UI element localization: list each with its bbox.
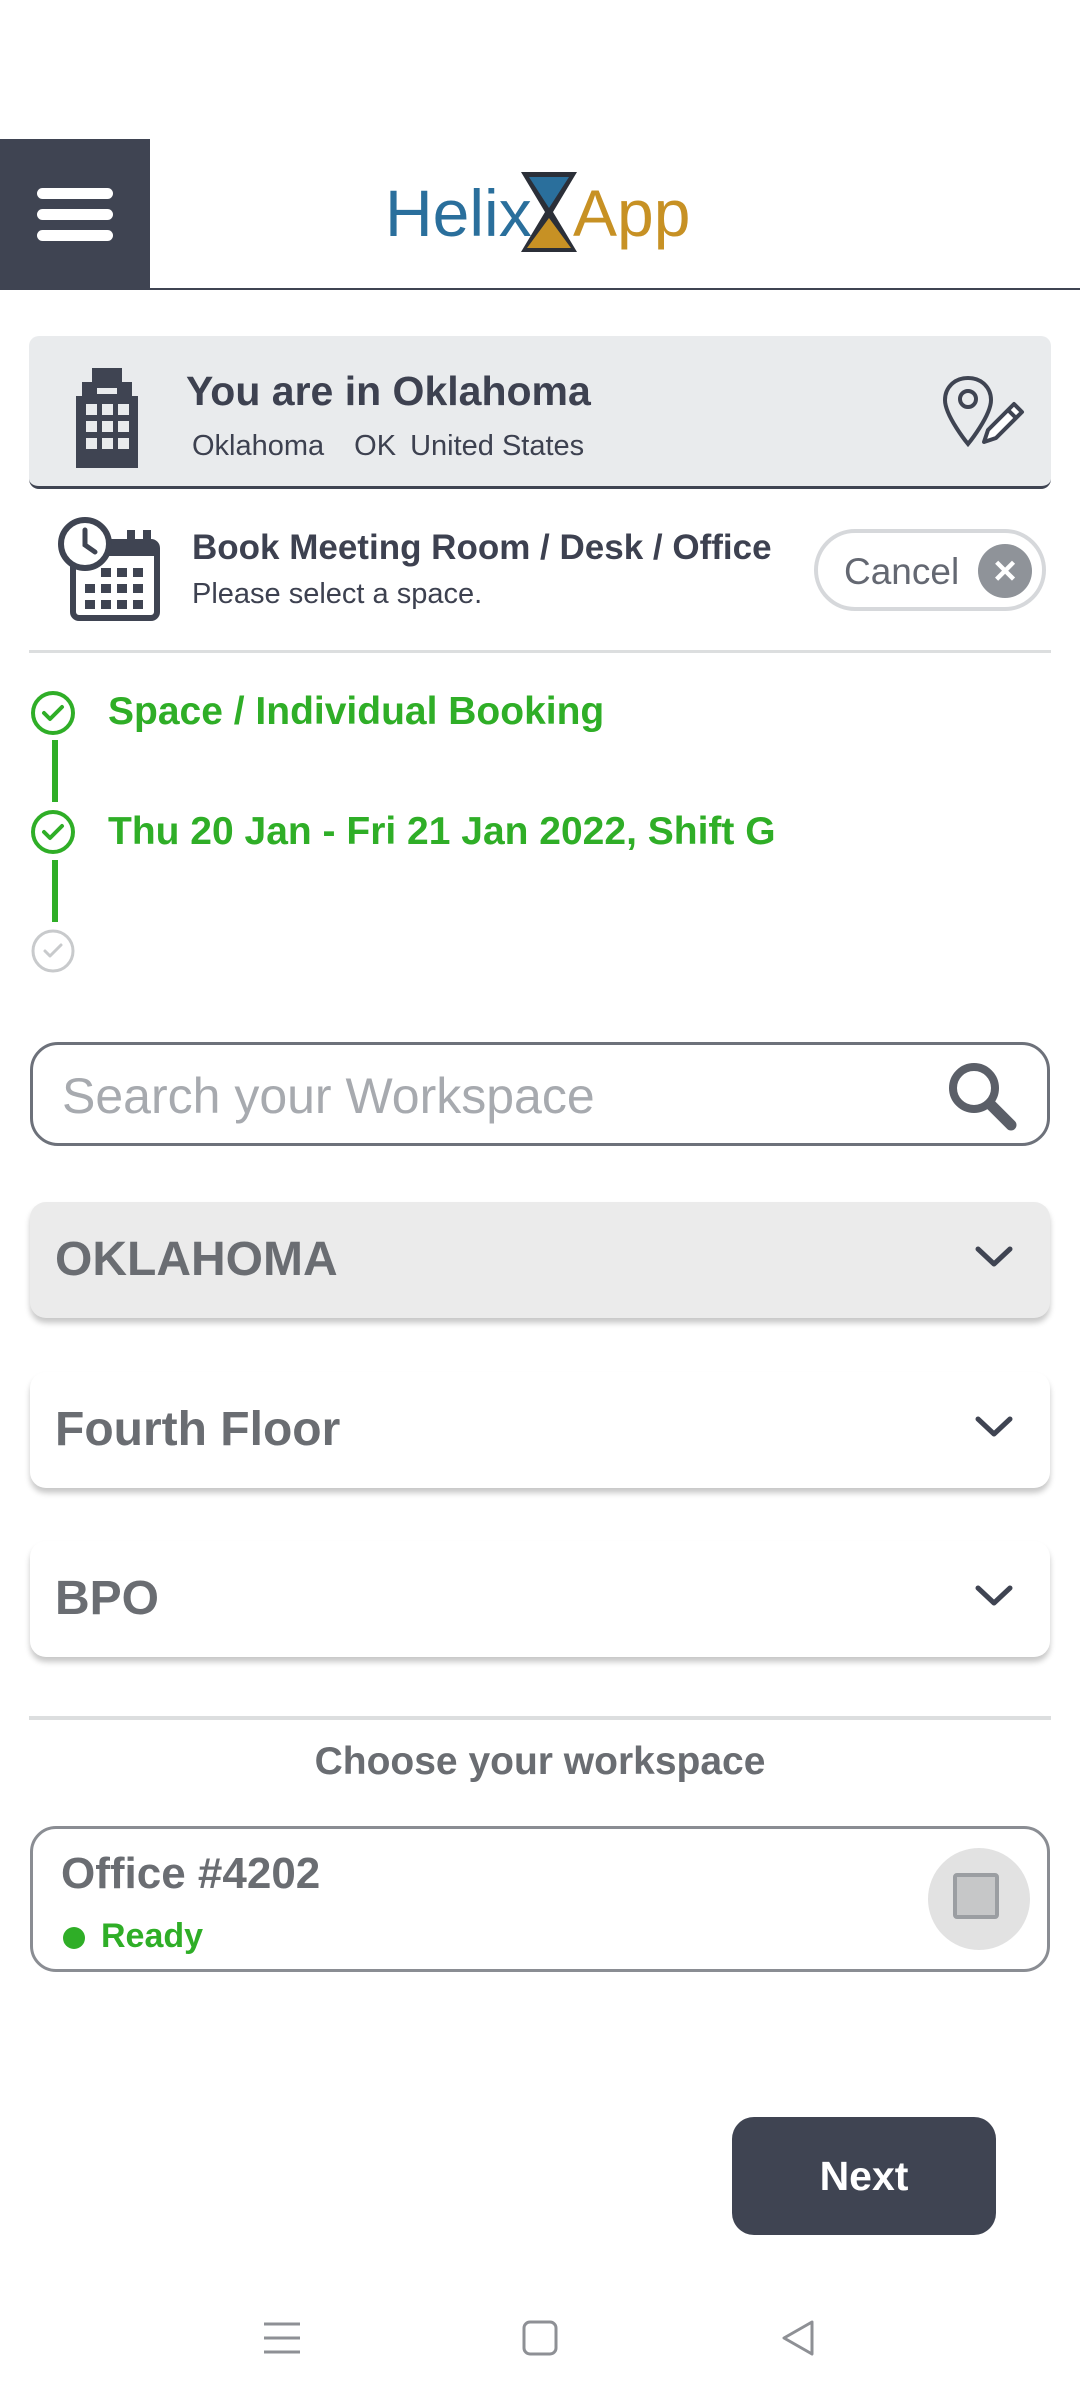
logo-text-app: App: [573, 176, 691, 250]
filter-location-dropdown[interactable]: OKLAHOMA: [30, 1202, 1050, 1318]
step-check-icon: [31, 810, 75, 854]
close-icon: ×: [978, 544, 1032, 598]
building-icon: [76, 368, 138, 468]
location-state: OK: [354, 430, 397, 462]
workspace-checkbox[interactable]: [928, 1848, 1030, 1950]
step-connector: [52, 740, 58, 802]
step-label-date: Thu 20 Jan - Fri 21 Jan 2022, Shift G: [108, 810, 776, 853]
checkbox-icon: [953, 1873, 999, 1919]
status-dot-icon: [63, 1927, 85, 1949]
logo-text-helix: Helix: [385, 176, 532, 250]
chevron-down-icon: [975, 1246, 1013, 1267]
booking-subtitle: Please select a space.: [192, 578, 483, 610]
menu-button[interactable]: [0, 139, 150, 290]
filter-floor-label: Fourth Floor: [55, 1403, 341, 1456]
menu-icon-bar: [37, 188, 113, 199]
booking-title: Book Meeting Room / Desk / Office: [192, 528, 772, 567]
calendar-clock-icon: [58, 517, 160, 621]
workspace-status: Ready: [101, 1917, 204, 1955]
recent-apps-icon[interactable]: [262, 2318, 302, 2358]
filter-floor-dropdown[interactable]: Fourth Floor: [30, 1372, 1050, 1488]
cancel-button[interactable]: Cancel ×: [814, 529, 1046, 611]
section-divider: [29, 1716, 1051, 1720]
step-label-space: Space / Individual Booking: [108, 690, 605, 733]
section-divider: [29, 650, 1051, 653]
hourglass-logo-icon: [521, 172, 577, 252]
location-city: Oklahoma: [192, 430, 325, 462]
location-subtitle: Oklahoma OK United States: [192, 430, 614, 463]
cancel-label: Cancel: [844, 551, 960, 592]
edit-location-icon[interactable]: [942, 374, 1026, 454]
step-pending-icon: [31, 929, 75, 973]
menu-icon-bar: [37, 209, 113, 220]
back-icon[interactable]: [778, 2318, 818, 2358]
chevron-down-icon: [975, 1585, 1013, 1606]
step-check-icon: [31, 691, 75, 735]
filter-location-label: OKLAHOMA: [55, 1233, 338, 1286]
choose-workspace-heading: Choose your workspace: [314, 1740, 766, 1783]
search-input[interactable]: [60, 1063, 944, 1129]
filter-zone-label: BPO: [55, 1572, 160, 1625]
home-icon[interactable]: [520, 2318, 560, 2358]
header-divider: [150, 288, 1080, 290]
workspace-name: Office #4202: [61, 1849, 321, 1898]
step-connector: [52, 860, 58, 922]
search-icon[interactable]: [945, 1059, 1019, 1133]
next-button[interactable]: Next: [732, 2117, 996, 2235]
chevron-down-icon: [975, 1416, 1013, 1437]
menu-icon-bar: [37, 230, 113, 241]
workspace-option[interactable]: Office #4202 Ready: [30, 1826, 1050, 1972]
filter-zone-dropdown[interactable]: BPO: [30, 1541, 1050, 1657]
location-title: You are in Oklahoma: [186, 368, 591, 414]
search-box: [30, 1042, 1050, 1146]
app-logo: Helix App: [385, 170, 705, 260]
location-country: United States: [410, 430, 585, 462]
